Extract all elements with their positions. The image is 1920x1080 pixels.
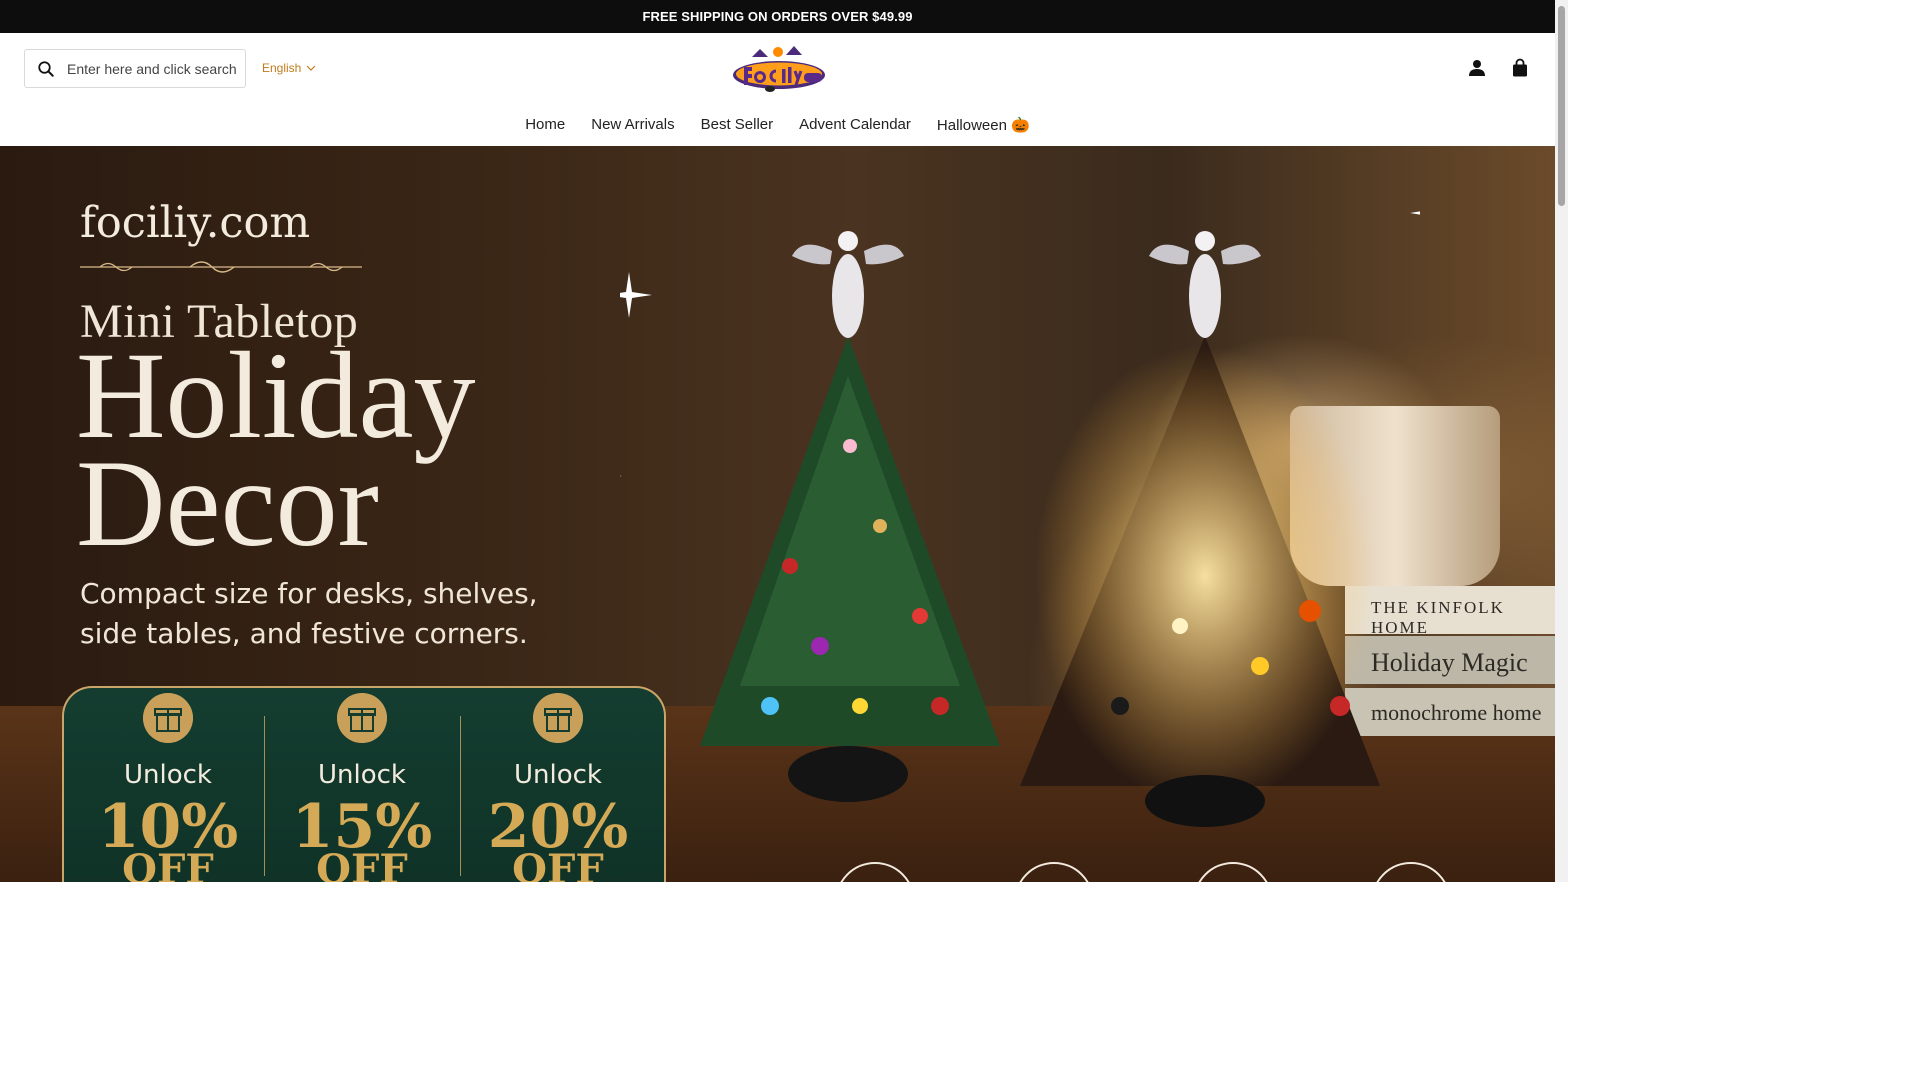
green-tree bbox=[700, 336, 1000, 802]
language-selector[interactable]: English bbox=[262, 61, 316, 75]
hero-headline-line1: Holiday bbox=[76, 327, 476, 464]
angel-topper-left bbox=[792, 231, 904, 338]
announcement-bar: FREE SHIPPING ON ORDERS OVER $49.99 bbox=[0, 0, 1555, 33]
gift-icon bbox=[143, 693, 193, 743]
coupon-10[interactable]: Unlock 10% OFF bbox=[68, 688, 268, 882]
coupon-20[interactable]: Unlock 20% OFF bbox=[458, 688, 658, 882]
feature-badge bbox=[835, 862, 915, 882]
angel-topper-right bbox=[1149, 231, 1261, 338]
coupon-unlock-label: Unlock bbox=[514, 760, 602, 790]
search-icon[interactable] bbox=[37, 60, 55, 78]
gift-icon bbox=[337, 693, 387, 743]
page-scrollbar[interactable] bbox=[1555, 0, 1568, 882]
feature-badge bbox=[1371, 862, 1451, 882]
announcement-text: FREE SHIPPING ON ORDERS OVER $49.99 bbox=[642, 9, 913, 24]
feature-badge bbox=[1014, 862, 1094, 882]
nav-home[interactable]: Home bbox=[525, 113, 565, 137]
language-label: English bbox=[262, 61, 302, 75]
hero-site-name: fociliy.com bbox=[80, 198, 311, 248]
chevron-down-icon bbox=[306, 65, 316, 71]
user-icon[interactable] bbox=[1467, 58, 1487, 78]
nav-advent-calendar[interactable]: Advent Calendar bbox=[799, 113, 911, 137]
coupon-unlock-label: Unlock bbox=[318, 760, 406, 790]
coupon-panel: Unlock 10% OFF Unlock 15% OFF Unlock 20%… bbox=[62, 686, 666, 882]
scrollbar-thumb[interactable] bbox=[1558, 6, 1565, 206]
hero-headline: Holiday Decor bbox=[76, 327, 476, 572]
hero-description: Compact size for desks, shelves, side ta… bbox=[80, 577, 538, 650]
halloween-tree bbox=[1020, 336, 1380, 827]
hero-banner[interactable]: THE KINFOLK HOME Holiday Magic monochrom… bbox=[0, 146, 1555, 882]
nav-new-arrivals[interactable]: New Arrivals bbox=[591, 113, 674, 137]
ornament-flourish bbox=[80, 261, 362, 273]
search-input[interactable] bbox=[67, 60, 237, 77]
main-nav: Home New Arrivals Best Seller Advent Cal… bbox=[0, 113, 1555, 137]
site-logo[interactable] bbox=[730, 43, 828, 93]
feature-badge bbox=[1193, 862, 1273, 882]
feature-badges bbox=[0, 862, 1555, 882]
tree-illustration bbox=[620, 211, 1420, 827]
coupon-15[interactable]: Unlock 15% OFF bbox=[262, 688, 462, 882]
search-box[interactable] bbox=[24, 49, 246, 88]
nav-best-seller[interactable]: Best Seller bbox=[701, 113, 774, 137]
site-header: English Home New Arrivals bbox=[0, 33, 1555, 146]
nav-halloween[interactable]: Halloween 🎃 bbox=[937, 113, 1030, 137]
logo-halloween-graphic bbox=[733, 46, 825, 92]
coupon-unlock-label: Unlock bbox=[124, 760, 212, 790]
hero-headline-line2: Decor bbox=[76, 435, 379, 572]
gift-icon bbox=[533, 693, 583, 743]
bag-icon[interactable] bbox=[1510, 58, 1530, 78]
